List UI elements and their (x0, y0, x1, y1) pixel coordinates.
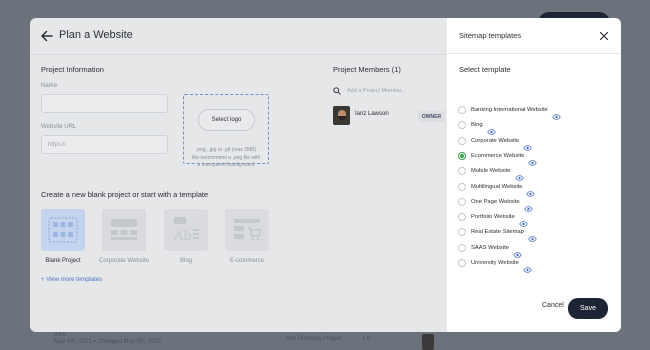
template-label: Blog (179, 258, 192, 264)
template-option-label: University Website (471, 260, 519, 266)
template-option-label: One Page Website (471, 198, 520, 205)
panel-title: Sitemap templates (459, 31, 522, 40)
template-grid: Blank Project Corporate Website Ab Blog (41, 209, 271, 269)
radio-button[interactable] (458, 136, 466, 145)
background-row-project: Site Planning Project (286, 336, 342, 342)
template-blank-project[interactable]: Blank Project (41, 209, 85, 264)
logo-hint-line-3: a transparent background (197, 162, 255, 168)
template-option[interactable]: Ecommerce Website (458, 150, 538, 166)
radio-button[interactable] (458, 151, 466, 160)
eye-icon[interactable] (513, 245, 522, 258)
eye-icon[interactable] (523, 199, 533, 212)
blog-icon: Ab (164, 209, 208, 251)
templates-heading: Create a new blank project or start with… (41, 190, 209, 199)
eye-icon[interactable] (526, 184, 536, 197)
template-option-label: Multilingual Website (471, 183, 523, 190)
eye-icon[interactable] (523, 260, 532, 273)
template-option[interactable]: SAAS Website (458, 242, 522, 258)
radio-button[interactable] (458, 228, 466, 237)
template-option[interactable]: Multilingual Website (458, 181, 536, 197)
background-project-row: XXX May 5th, 2021 • Changed May 5th, 202… (30, 332, 620, 350)
eye-icon[interactable] (528, 153, 538, 166)
template-option[interactable]: Blog (458, 119, 496, 136)
project-info-heading: Project Information (41, 65, 104, 74)
template-option[interactable]: Corporate Website (458, 135, 532, 151)
name-input[interactable] (41, 94, 168, 113)
template-option[interactable]: Banking International Website (458, 104, 561, 120)
template-option-label: SAAS Website (471, 244, 509, 251)
save-button[interactable]: Save (568, 298, 608, 319)
template-label: Blank Project (45, 258, 81, 264)
panel-header: Sitemap templates (447, 18, 621, 54)
template-option-label: Portfolio Website (471, 214, 515, 221)
logo-hint-line-2: We recommend a .png file with (191, 154, 261, 161)
background-row-version: 1.0 (362, 336, 371, 342)
close-icon[interactable] (599, 31, 609, 41)
member-search-placeholder: Add a Project Member... (347, 88, 406, 94)
sitemap-templates-panel: Sitemap templates Select template Bankin… (447, 18, 621, 332)
background-row-title: XXX (54, 332, 67, 338)
member-search-input[interactable]: Add a Project Member... (333, 84, 447, 98)
website-url-input[interactable]: https:// (41, 135, 168, 154)
header-divider (30, 54, 447, 55)
member-name: Ianz Lawson (355, 111, 389, 117)
template-option[interactable]: One Page Website (458, 196, 533, 212)
template-option-label: Mobile Website (471, 168, 511, 175)
template-option-label: Blog (471, 122, 483, 129)
radio-button[interactable] (458, 259, 466, 267)
blank-project-icon (41, 209, 85, 251)
back-arrow-icon[interactable] (40, 29, 54, 43)
select-template-heading: Select template (459, 65, 511, 74)
logo-hint: .png, .jpg or .gif (max 2MB) We recommen… (177, 147, 275, 170)
radio-button[interactable] (458, 167, 466, 176)
eye-icon[interactable] (486, 122, 496, 136)
template-option-label: Corporate Website (471, 137, 520, 144)
template-corporate-website[interactable]: Corporate Website (99, 209, 149, 264)
modal-header: Plan a Website (30, 18, 447, 54)
member-role-badge: OWNER (418, 111, 445, 122)
template-option-label: Real Estate Sitemap (471, 229, 524, 236)
eye-icon[interactable] (514, 168, 524, 181)
radio-button[interactable] (458, 121, 466, 130)
svg-text:Ab: Ab (173, 229, 192, 244)
eye-icon[interactable] (523, 138, 532, 151)
website-url-label: Website URL (41, 124, 77, 130)
template-option[interactable]: Real Estate Sitemap (458, 226, 537, 243)
name-label: Name (41, 83, 58, 89)
corporate-website-icon (102, 209, 146, 251)
eye-icon[interactable] (552, 107, 561, 120)
plan-website-modal: Plan a Website Project Information Name … (30, 18, 621, 332)
radio-button[interactable] (458, 182, 466, 191)
background-row-avatar (422, 334, 434, 350)
select-logo-button[interactable]: Select logo (198, 109, 255, 131)
template-label: E-commerce (229, 258, 264, 264)
template-label: Corporate Website (99, 258, 149, 264)
modal-title: Plan a Website (59, 29, 133, 41)
eye-icon[interactable] (519, 214, 528, 227)
project-members-heading: Project Members (1) (333, 65, 401, 74)
template-option[interactable]: Portfolio Website (458, 211, 528, 227)
cancel-button[interactable]: Cancel (542, 302, 564, 309)
avatar (333, 106, 350, 125)
template-option[interactable]: Mobile Website (458, 165, 524, 181)
background-row-meta: May 5th, 2021 • Changed May 5th, 2021 (54, 339, 162, 345)
search-icon (333, 87, 341, 95)
template-ecommerce[interactable]: E-commerce (225, 209, 269, 264)
logo-hint-line-1: .png, .jpg or .gif (max 2MB) (195, 147, 257, 153)
view-more-templates-link[interactable]: + View more templates (41, 277, 102, 283)
member-row: Ianz Lawson OWNER (333, 106, 447, 126)
radio-button[interactable] (458, 106, 466, 114)
template-option[interactable]: University Website (458, 257, 532, 273)
radio-button[interactable] (458, 243, 466, 252)
radio-button[interactable] (458, 213, 466, 222)
ecommerce-icon (225, 209, 269, 251)
template-option-label: Ecommerce Website (471, 152, 525, 159)
template-blog[interactable]: Ab Blog (164, 209, 208, 264)
radio-button[interactable] (458, 197, 466, 206)
template-option-label: Banking International Website (471, 107, 548, 113)
eye-icon[interactable] (528, 229, 537, 243)
